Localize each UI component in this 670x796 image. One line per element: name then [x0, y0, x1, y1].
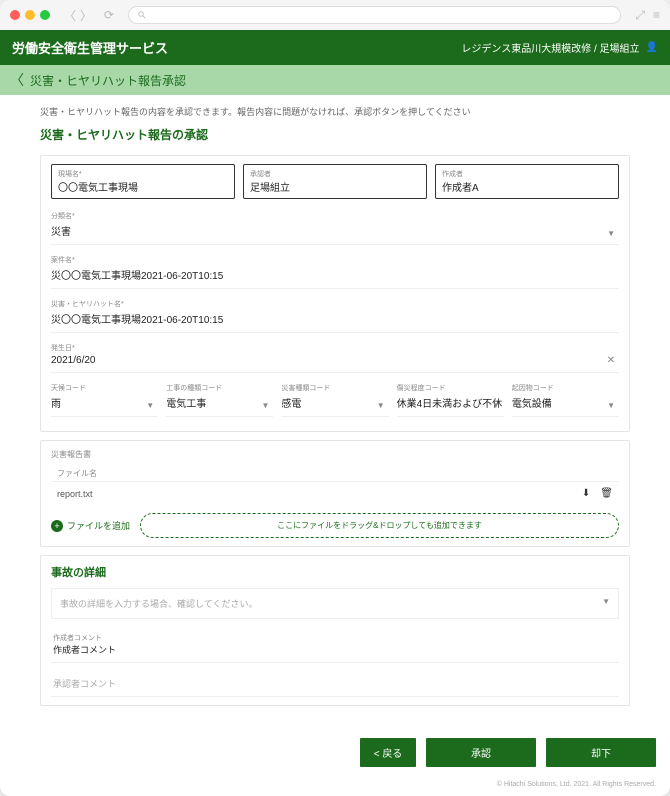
approver-comment-field[interactable]: 承認者コメント — [51, 671, 619, 697]
plus-icon: + — [51, 520, 63, 532]
url-bar[interactable] — [128, 6, 621, 24]
chevron-down-icon: ▼ — [492, 401, 500, 410]
detail-placeholder: 事故の詳細を入力する場合、確認してください。 — [60, 599, 257, 609]
creator-comment-value: 作成者コメント — [53, 645, 116, 655]
name-field[interactable]: 案件名* 災〇〇電気工事現場2021-06-20T10:15 — [51, 251, 619, 289]
codes-row: 天候コード 雨 ▼ 工事の種類コード 電気工事 ▼ 災害種類コード 感電 ▼ 傷… — [51, 379, 619, 423]
approve-button[interactable]: 承認 — [426, 738, 536, 767]
type-label: 災害種類コード — [281, 383, 388, 393]
cause-value: 電気設備 — [512, 399, 552, 410]
dropzone[interactable]: ここにファイルをドラッグ&ドロップしても追加できます — [140, 513, 619, 538]
detail-title: 事故の詳細 — [51, 564, 619, 580]
hh-value: 災〇〇電気工事現場2021-06-20T10:15 — [51, 315, 223, 326]
work-label: 工事の種類コード — [166, 383, 273, 393]
page-title: 災害・ヒヤリハット報告の承認 — [40, 126, 630, 143]
window-controls: ⤢ ≡ — [635, 8, 660, 23]
creator-value: 作成者A — [442, 179, 612, 194]
file-column-header: ファイル名 — [51, 466, 619, 481]
disaster-type-field[interactable]: 災害種類コード 感電 ▼ — [281, 379, 388, 417]
copyright: © Hitachi Solutions, Ltd. 2021. All Righ… — [0, 781, 670, 796]
chevron-down-icon: ▼ — [602, 597, 610, 606]
severity-value: 休業4日未満および不休 — [397, 399, 503, 410]
hint-text: 災害・ヒヤリハット報告の内容を承認できます。報告内容に問題がなければ、承認ボタン… — [40, 105, 630, 118]
back-chevron-icon[interactable]: 〈 — [10, 70, 24, 90]
category-value: 災害 — [51, 227, 71, 238]
date-field[interactable]: 発生日* 2021/6/20 ✕ — [51, 339, 619, 373]
approver-comment-placeholder: 承認者コメント — [53, 679, 116, 689]
chevron-down-icon: ▼ — [261, 401, 269, 410]
date-label: 発生日* — [51, 343, 619, 353]
reporter-label: 承認者 — [250, 169, 420, 179]
download-icon[interactable]: ⬇ — [582, 488, 590, 499]
sub-header[interactable]: 〈 災害・ヒヤリハット報告承認 — [0, 65, 670, 95]
footer-buttons: < 戻る 承認 却下 — [0, 728, 670, 781]
minimize-window-icon[interactable] — [25, 10, 35, 20]
reporter-box: 承認者 足場組立 — [243, 164, 427, 199]
hh-name-field[interactable]: 災害・ヒヤリハット名* 災〇〇電気工事現場2021-06-20T10:15 — [51, 295, 619, 333]
reload-icon[interactable]: ⟳ — [104, 8, 114, 22]
app-title: 労働安全衛生管理サービス — [12, 38, 168, 57]
reporter-value: 足場組立 — [250, 179, 420, 194]
site-value: 〇〇電気工事現場 — [58, 179, 228, 194]
date-value: 2021/6/20 — [51, 355, 96, 366]
cause-label: 起因物コード — [512, 383, 619, 393]
weather-label: 天候コード — [51, 383, 158, 393]
type-value: 感電 — [281, 399, 301, 410]
traffic-lights — [10, 10, 50, 20]
cause-field[interactable]: 起因物コード 電気設備 ▼ — [512, 379, 619, 417]
site-box: 現場名* 〇〇電気工事現場 — [51, 164, 235, 199]
maximize-window-icon[interactable] — [40, 10, 50, 20]
user-icon[interactable]: 👤 — [646, 42, 658, 53]
file-name: report.txt — [57, 489, 582, 499]
browser-chrome: 〈 〉 ⟳ ⤢ ≡ — [0, 0, 670, 30]
work-type-field[interactable]: 工事の種類コード 電気工事 ▼ — [166, 379, 273, 417]
creator-label: 作成者 — [442, 169, 612, 179]
clear-icon[interactable]: ✕ — [607, 355, 615, 366]
detail-card: 事故の詳細 事故の詳細を入力する場合、確認してください。 ▼ 作成者コメント 作… — [40, 555, 630, 706]
app-header: 労働安全衛生管理サービス レジデンス東品川大規模改修 / 足場組立 👤 — [0, 30, 670, 65]
name-label: 案件名* — [51, 255, 619, 265]
menu-icon[interactable]: ≡ — [653, 8, 660, 23]
forward-icon[interactable]: 〉 — [80, 7, 92, 24]
detail-expander[interactable]: 事故の詳細を入力する場合、確認してください。 ▼ — [51, 588, 619, 619]
files-card: 災害報告書 ファイル名 report.txt ⬇ 🗑 + ファイルを追加 ここに… — [40, 440, 630, 547]
reject-button[interactable]: 却下 — [546, 738, 656, 767]
creator-comment-field[interactable]: 作成者コメント 作成者コメント — [51, 627, 619, 663]
back-button[interactable]: < 戻る — [360, 738, 416, 767]
form-card: 現場名* 〇〇電気工事現場 承認者 足場組立 作成者 作成者A 分類名* 災害 … — [40, 155, 630, 432]
file-row: report.txt ⬇ 🗑 — [51, 481, 619, 505]
search-icon — [137, 10, 147, 20]
hh-label: 災害・ヒヤリハット名* — [51, 299, 619, 309]
creator-box: 作成者 作成者A — [435, 164, 619, 199]
file-actions: + ファイルを追加 ここにファイルをドラッグ&ドロップしても追加できます — [51, 513, 619, 538]
severity-field[interactable]: 傷災程度コード 休業4日未満および不休 ▼ — [397, 379, 504, 417]
category-label: 分類名* — [51, 211, 619, 221]
severity-label: 傷災程度コード — [397, 383, 504, 393]
weather-field[interactable]: 天候コード 雨 ▼ — [51, 379, 158, 417]
content-area: 災害・ヒヤリハット報告の内容を承認できます。報告内容に問題がなければ、承認ボタン… — [0, 95, 670, 728]
add-file-label: ファイルを追加 — [67, 519, 130, 532]
nav-arrows: 〈 〉 — [64, 7, 92, 24]
expand-icon[interactable]: ⤢ — [635, 8, 645, 23]
weather-value: 雨 — [51, 399, 61, 410]
browser-window: 〈 〉 ⟳ ⤢ ≡ 労働安全衛生管理サービス レジデンス東品川大規模改修 / 足… — [0, 0, 670, 796]
close-window-icon[interactable] — [10, 10, 20, 20]
chevron-down-icon: ▼ — [146, 401, 154, 410]
back-icon[interactable]: 〈 — [64, 7, 76, 24]
sub-header-title: 災害・ヒヤリハット報告承認 — [30, 72, 186, 89]
files-section-label: 災害報告書 — [51, 449, 619, 460]
name-value: 災〇〇電気工事現場2021-06-20T10:15 — [51, 271, 223, 282]
site-label: 現場名* — [58, 169, 228, 179]
chevron-down-icon: ▼ — [607, 401, 615, 410]
work-value: 電気工事 — [166, 399, 206, 410]
chevron-down-icon: ▼ — [607, 229, 615, 238]
breadcrumb: レジデンス東品川大規模改修 / 足場組立 — [461, 40, 639, 55]
category-field[interactable]: 分類名* 災害 ▼ — [51, 207, 619, 245]
chevron-down-icon: ▼ — [377, 401, 385, 410]
add-file-button[interactable]: + ファイルを追加 — [51, 519, 130, 532]
delete-icon[interactable]: 🗑 — [600, 488, 613, 499]
creator-comment-label: 作成者コメント — [53, 633, 617, 643]
top-row: 現場名* 〇〇電気工事現場 承認者 足場組立 作成者 作成者A — [51, 164, 619, 199]
